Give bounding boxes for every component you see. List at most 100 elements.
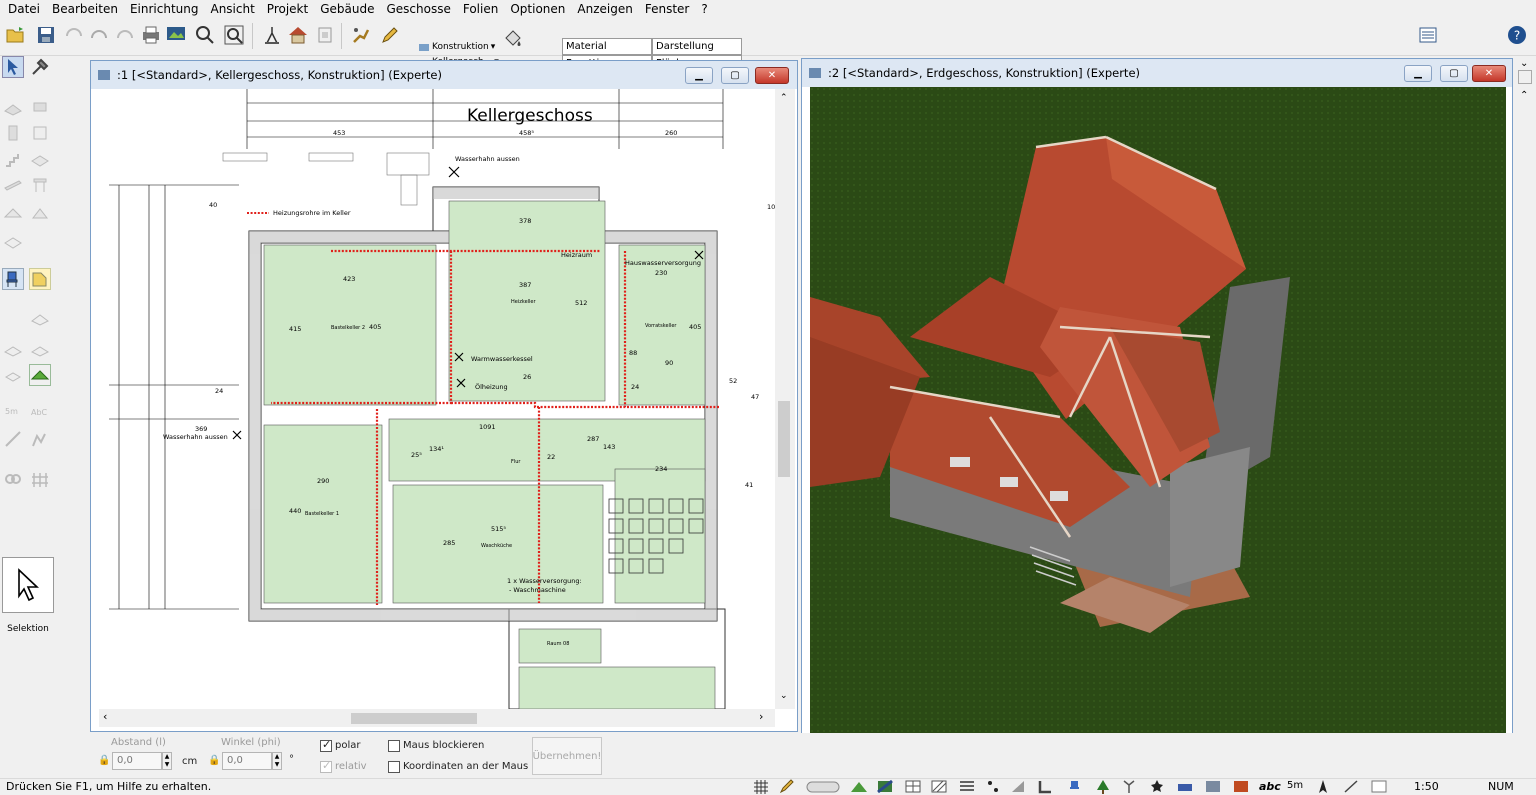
save-button[interactable] [33,22,59,48]
object-tool-button[interactable] [29,268,51,290]
sheet-icon[interactable] [1370,779,1388,794]
group-tool-button[interactable] [2,468,24,490]
pencil-button[interactable] [377,22,403,48]
repeat-button[interactable] [112,22,138,48]
chevron-left-icon[interactable]: ‹ [103,710,107,723]
menu-einrichtung[interactable]: Einrichtung [124,0,205,18]
chevron-up-icon[interactable]: ▲ [275,753,280,760]
display-field[interactable]: Darstellung [652,38,742,55]
apply-button[interactable]: Übernehmen! [532,737,602,775]
chevron-down-icon[interactable]: ⌄ [1520,58,1528,69]
slab-preview-icon[interactable] [806,779,840,794]
menu-ansicht[interactable]: Ansicht [204,0,260,18]
chevron-right-icon[interactable]: › [759,710,763,723]
fence-tool-button[interactable] [29,468,51,490]
plan-maximize-button[interactable]: ▢ [721,67,749,84]
menu-gebaeude[interactable]: Gebäude [314,0,380,18]
area-tool-button[interactable] [2,338,24,360]
hatch-icon[interactable] [930,779,948,794]
view3d-maximize-button[interactable]: ▢ [1440,65,1468,82]
scale-indicator[interactable]: 1:50 [1414,780,1439,793]
menu-anzeigen[interactable]: Anzeigen [571,0,638,18]
zoom-window-button[interactable] [192,22,218,48]
open-button[interactable] [3,22,29,48]
chair-icon[interactable] [1066,779,1084,794]
wall-lines-icon[interactable] [958,779,976,794]
pencil-icon[interactable] [778,779,796,794]
roof-tool-button[interactable] [2,202,24,224]
menu-fenster[interactable]: Fenster [639,0,696,18]
menu-bearbeiten[interactable]: Bearbeiten [46,0,124,18]
plan-vertical-scrollbar[interactable]: ⌃ ⌄ [775,89,795,709]
measure-button[interactable] [259,22,285,48]
chevron-up-icon[interactable]: ⌃ [1520,90,1528,101]
dimension-toggle[interactable]: 5m [1287,780,1303,791]
screen-icon[interactable] [1204,779,1222,794]
walk-button[interactable] [348,22,374,48]
line-tool-button[interactable] [2,428,24,450]
wall-tool-button[interactable] [2,96,24,118]
terrain-icon[interactable] [850,779,868,794]
help-button[interactable]: ? [1504,22,1530,48]
plan-minimize-button[interactable]: ▁ [685,67,713,84]
slab-tool-button[interactable] [29,148,51,170]
menu-help[interactable]: ? [695,0,713,18]
shape-tool-button[interactable] [2,364,24,386]
landscape-tool-button[interactable] [29,364,51,386]
settings-icon[interactable] [1148,779,1166,794]
dormer-tool-button[interactable] [29,202,51,224]
3d-scene-canvas[interactable] [810,87,1506,735]
zoom-all-button[interactable] [221,22,247,48]
area2-tool-button[interactable] [29,338,51,360]
view3d-close-button[interactable]: ✕ [1472,65,1506,82]
ceiling-tool-button[interactable] [2,230,24,252]
plant-icon[interactable] [1120,779,1138,794]
render-button[interactable] [163,22,189,48]
material-field[interactable]: Material [562,38,652,55]
plan-horizontal-scrollbar[interactable]: ‹ › [99,709,775,727]
terrain-tool-button[interactable] [29,306,51,328]
coords-at-mouse-checkbox[interactable] [388,761,400,773]
dimension-tool-button[interactable]: 5m [2,400,24,422]
window-tool-button[interactable] [29,122,51,144]
column-tool-button[interactable] [2,122,24,144]
catalog-button[interactable] [1415,22,1441,48]
lock-mouse-checkbox[interactable] [388,740,400,752]
menu-datei[interactable]: Datei [2,0,46,18]
roof-tile-icon[interactable] [1232,779,1250,794]
wall-corner-icon[interactable] [1036,779,1054,794]
tree-icon[interactable] [1094,779,1112,794]
text-tool-button[interactable]: AbC [29,400,51,422]
grid-icon[interactable] [752,779,770,794]
wall2-tool-button[interactable] [29,96,51,118]
menu-projekt[interactable]: Projekt [261,0,314,18]
paint-button[interactable] [500,26,526,52]
angle-tool-icon[interactable] [1010,779,1028,794]
window-frame-icon[interactable] [904,779,922,794]
polar-checkbox[interactable] [320,738,332,752]
stair-tool-button[interactable] [2,148,24,170]
plan-horizontal-thumb[interactable] [351,713,477,724]
floor-plan-canvas[interactable]: Kellergeschoss 453 458⁵ 260 Heizungsrohr… [99,89,775,709]
furniture-tool-button[interactable] [2,268,24,290]
angle-spinner[interactable]: ▲ ▼ [272,752,282,770]
selection-tool-large[interactable] [2,557,54,613]
plan-vertical-thumb[interactable] [778,401,790,477]
property-tool-button[interactable] [29,56,51,78]
distance-spinner[interactable]: ▲ ▼ [162,752,172,770]
chevron-down-icon[interactable]: ▼ [165,761,170,768]
expand-button[interactable] [1518,70,1532,84]
chevron-up-icon[interactable]: ⌃ [780,93,788,103]
menu-folien[interactable]: Folien [457,0,504,18]
undo-button[interactable] [61,22,87,48]
draw-tool-button[interactable] [29,428,51,450]
chevron-down-icon[interactable]: ⌄ [780,691,788,701]
distance-input[interactable]: 0,0 [112,752,162,770]
redo-button[interactable] [86,22,112,48]
chevron-down-icon[interactable]: ▼ [275,761,280,768]
angle-input[interactable]: 0,0 [222,752,272,770]
construction-combo[interactable]: Konstruktion ▾ [418,40,495,53]
relative-checkbox[interactable] [320,759,332,773]
menu-geschosse[interactable]: Geschosse [380,0,456,18]
dimension-points-icon[interactable] [984,779,1002,794]
